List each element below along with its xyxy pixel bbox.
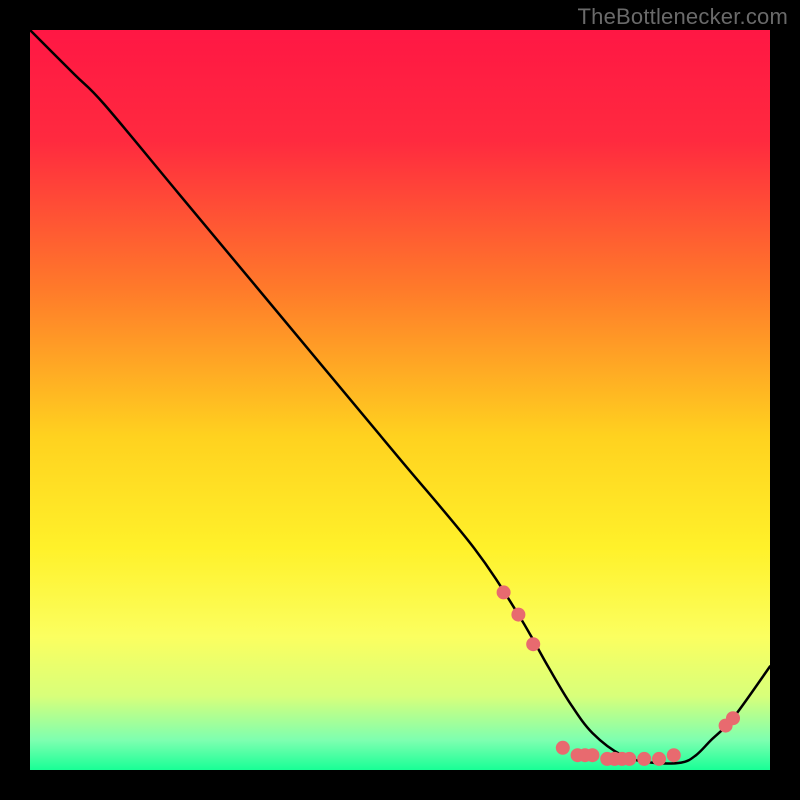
gradient-background xyxy=(30,30,770,770)
highlight-point xyxy=(622,752,636,766)
highlight-point xyxy=(526,637,540,651)
watermark-label: TheBottlenecker.com xyxy=(578,4,788,30)
plot-area xyxy=(30,30,770,770)
highlight-point xyxy=(585,748,599,762)
chart-frame: TheBottlenecker.com xyxy=(0,0,800,800)
highlight-point xyxy=(497,585,511,599)
highlight-point xyxy=(511,608,525,622)
highlight-point xyxy=(667,748,681,762)
chart-svg xyxy=(30,30,770,770)
highlight-point xyxy=(556,741,570,755)
highlight-point xyxy=(637,752,651,766)
highlight-point xyxy=(652,752,666,766)
highlight-point xyxy=(726,711,740,725)
